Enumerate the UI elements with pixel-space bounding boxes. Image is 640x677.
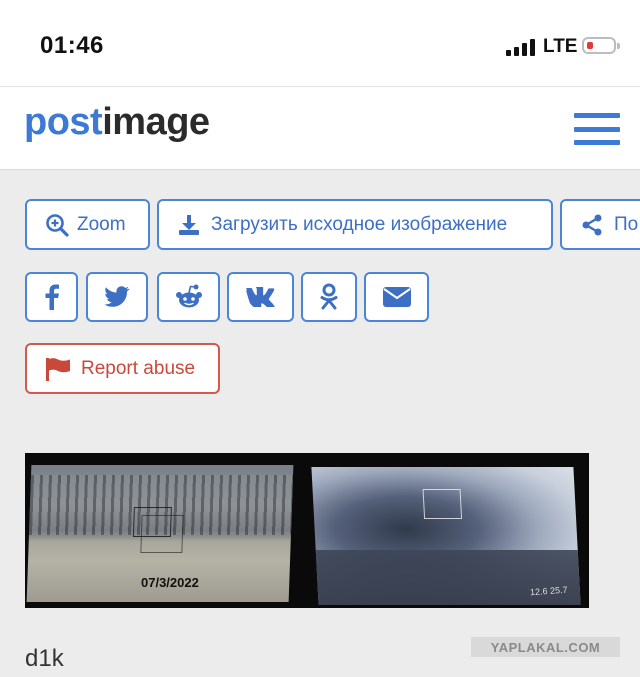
reddit-share-button[interactable]	[157, 272, 220, 322]
network-type: LTE	[543, 36, 578, 57]
logo-text-image: image	[102, 101, 210, 143]
status-bar: 01:46 LTE	[0, 0, 640, 86]
reddit-icon	[175, 284, 202, 308]
zoom-button[interactable]: Zoom	[25, 199, 150, 250]
share-icon	[582, 214, 602, 235]
postimage-logo[interactable]: postimage	[24, 101, 210, 144]
vk-icon	[245, 287, 275, 307]
battery-icon	[582, 37, 620, 54]
zoom-label: Zoom	[77, 213, 126, 235]
signal-icon	[506, 38, 535, 56]
vk-share-button[interactable]	[227, 272, 294, 322]
twitter-icon	[104, 286, 130, 307]
facebook-share-button[interactable]	[25, 272, 78, 322]
email-share-button[interactable]	[364, 272, 429, 322]
facebook-icon	[45, 284, 59, 310]
uploaded-image[interactable]: 07/3/2022 12.6 25.7	[25, 453, 589, 608]
download-label: Загрузить исходное изображение	[211, 213, 508, 235]
image-right-frame	[311, 467, 581, 605]
report-abuse-button[interactable]: Report abuse	[25, 343, 220, 394]
report-abuse-label: Report abuse	[81, 357, 196, 379]
logo-text-post: post	[24, 101, 103, 143]
share-button[interactable]: По	[560, 199, 640, 250]
download-original-button[interactable]: Загрузить исходное изображение	[157, 199, 553, 250]
odnoklassniki-share-button[interactable]	[301, 272, 357, 322]
watermark: YAPLAKAL.COM	[471, 637, 620, 657]
hamburger-menu-icon[interactable]	[574, 113, 620, 145]
email-icon	[382, 287, 411, 307]
zoom-icon	[46, 213, 69, 237]
odnoklassniki-icon	[320, 283, 338, 310]
share-label: По	[614, 213, 639, 235]
site-header: postimage	[0, 86, 640, 170]
image-caption: d1k	[25, 645, 64, 672]
download-icon	[179, 214, 199, 235]
status-time: 01:46	[40, 32, 104, 59]
flag-icon	[46, 357, 70, 381]
image-date-overlay: 07/3/2022	[141, 575, 199, 590]
twitter-share-button[interactable]	[86, 272, 148, 322]
